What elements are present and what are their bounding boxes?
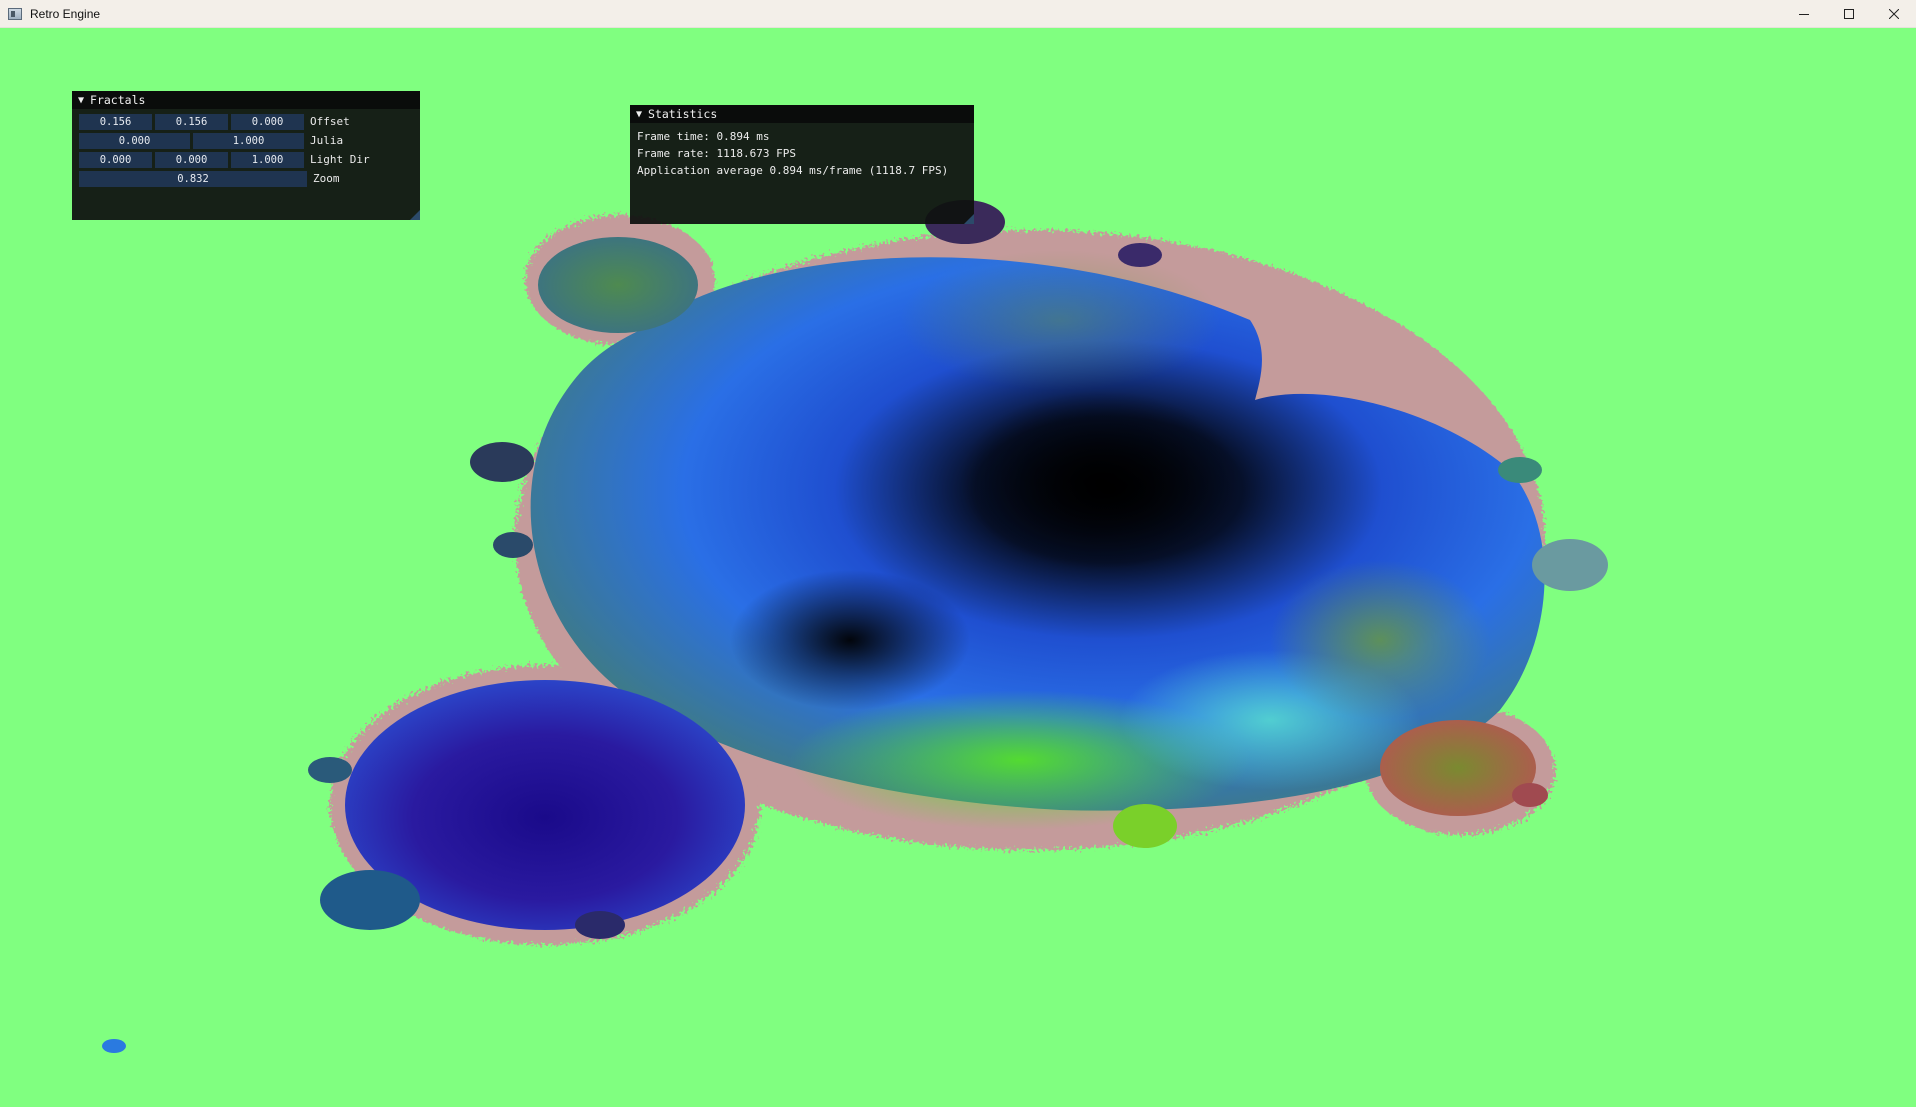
fractals-panel: ▼ Fractals 0.156 0.156 0.000 Offset 0.00… (72, 91, 420, 220)
statistics-panel: ▼ Statistics Frame time: 0.894 ms Frame … (630, 105, 974, 224)
collapse-arrow-icon[interactable]: ▼ (78, 95, 84, 106)
zoom-input[interactable]: 0.832 (79, 170, 307, 187)
light-dir-y-input[interactable]: 0.000 (155, 151, 228, 168)
application-average-text: Application average 0.894 ms/frame (1118… (637, 164, 949, 177)
resize-grip[interactable] (410, 210, 420, 220)
app-icon (8, 7, 22, 20)
frame-rate-text: Frame rate: 1118.673 FPS (637, 147, 796, 160)
light-dir-z-input[interactable]: 1.000 (231, 151, 304, 168)
collapse-arrow-icon[interactable]: ▼ (636, 109, 642, 120)
maximize-button[interactable] (1826, 0, 1871, 28)
light-dir-row: 0.000 0.000 1.000 Light Dir (72, 150, 420, 169)
frame-time-text: Frame time: 0.894 ms (637, 130, 770, 143)
statistics-panel-header[interactable]: ▼ Statistics (630, 105, 974, 123)
julia-label: Julia (310, 134, 344, 147)
offset-y-input[interactable]: 0.156 (155, 113, 228, 130)
window-controls (1781, 0, 1916, 28)
minimize-button[interactable] (1781, 0, 1826, 28)
julia-y-input[interactable]: 1.000 (193, 132, 304, 149)
minimize-icon (1798, 14, 1809, 15)
offset-x-input[interactable]: 0.156 (79, 113, 152, 130)
statistics-panel-title: Statistics (648, 107, 718, 121)
julia-x-input[interactable]: 0.000 (79, 132, 190, 149)
close-button[interactable] (1871, 0, 1916, 28)
fractals-panel-title: Fractals (90, 93, 146, 107)
offset-row: 0.156 0.156 0.000 Offset (72, 112, 420, 131)
light-dir-x-input[interactable]: 0.000 (79, 151, 152, 168)
resize-grip[interactable] (964, 214, 974, 224)
light-dir-label: Light Dir (310, 153, 370, 166)
offset-label: Offset (310, 115, 350, 128)
maximize-icon (1843, 9, 1854, 19)
zoom-label: Zoom (313, 172, 340, 185)
julia-row: 0.000 1.000 Julia (72, 131, 420, 150)
close-icon (1888, 9, 1899, 19)
fractals-panel-header[interactable]: ▼ Fractals (72, 91, 420, 109)
offset-z-input[interactable]: 0.000 (231, 113, 304, 130)
window-titlebar[interactable]: Retro Engine (0, 0, 1916, 28)
window-title: Retro Engine (30, 6, 101, 21)
zoom-row: 0.832 Zoom (72, 169, 420, 188)
